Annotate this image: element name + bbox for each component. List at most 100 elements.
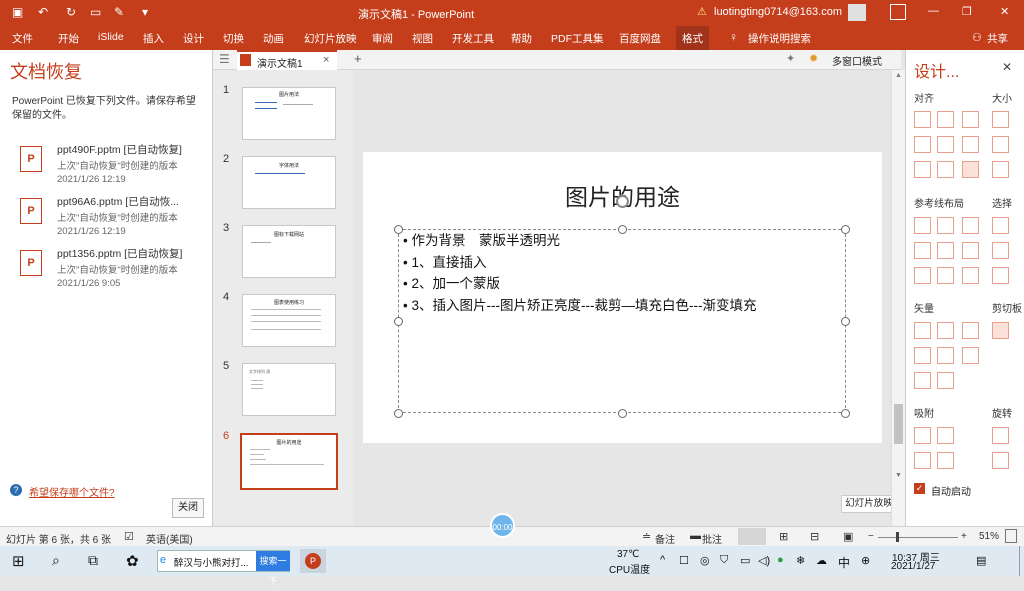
resize-handle[interactable] <box>618 409 627 418</box>
union-icon[interactable] <box>914 322 931 339</box>
fragment-icon[interactable] <box>962 322 979 339</box>
bullet-item[interactable]: • 2、加一个蒙版 <box>403 273 845 295</box>
document-tab[interactable]: 演示文稿1 × <box>237 50 337 70</box>
search-go-button[interactable]: 搜索一下 <box>256 551 290 586</box>
tell-me-search[interactable]: 操作说明搜索 <box>748 31 811 46</box>
guide-height-icon[interactable] <box>937 267 954 284</box>
tab-list-icon[interactable]: ☰ <box>219 52 230 66</box>
tab-insert[interactable]: 插入 <box>143 31 164 46</box>
close-pane-icon[interactable]: ✕ <box>1002 60 1012 74</box>
distribute-vertical-icon[interactable] <box>937 161 954 178</box>
slide-thumbnail[interactable]: 文字排列 演 <box>242 363 336 416</box>
flip-icon[interactable] <box>992 452 1009 469</box>
tab-review[interactable]: 审阅 <box>372 31 393 46</box>
tab-slideshow[interactable]: 幻灯片放映 <box>304 31 357 46</box>
tab-transitions[interactable]: 切换 <box>223 31 244 46</box>
grid-align-icon[interactable] <box>962 161 979 178</box>
vertical-scrollbar[interactable]: ▲ ▼ <box>891 70 905 526</box>
slide-thumbnail[interactable]: 图标下载网站 <box>242 225 336 278</box>
slide-thumbnail[interactable]: 图表使用练习 <box>242 294 336 347</box>
customize-qat-icon[interactable]: ▾ <box>142 5 148 19</box>
content-placeholder[interactable]: • 作为背景 蒙版半透明光 • 1、直接插入 • 2、加一个蒙版 • 3、插入图… <box>398 229 846 413</box>
shield-icon[interactable]: ⛉ <box>720 554 728 567</box>
subtract-icon[interactable] <box>937 347 954 364</box>
clock-date[interactable]: 2021/1/27 <box>891 561 936 572</box>
slideshow-view-icon[interactable]: ▣ <box>843 530 853 543</box>
resize-handle[interactable] <box>394 225 403 234</box>
minimize-button[interactable]: — <box>928 5 939 17</box>
bullet-item[interactable]: • 3、插入图片---图片矫正亮度---裁剪—填充白色---渐变填充 <box>403 295 845 317</box>
scroll-up-icon[interactable]: ▲ <box>895 72 902 79</box>
rotate-icon[interactable] <box>992 427 1009 444</box>
snap-right-icon[interactable] <box>937 427 954 444</box>
rotate-handle[interactable] <box>616 195 629 208</box>
slide-thumbnail[interactable]: 图片用法 <box>242 87 336 140</box>
snowflake-icon[interactable]: ❄ <box>796 554 805 567</box>
width-icon[interactable] <box>992 111 1009 128</box>
resize-handle[interactable] <box>394 317 403 326</box>
close-recovery-button[interactable]: 关闭 <box>172 498 204 518</box>
align-bottom-icon[interactable] <box>962 136 979 153</box>
bullet-item[interactable]: • 1、直接插入 <box>403 252 845 274</box>
normal-view-button[interactable] <box>738 528 766 545</box>
guide-right-icon[interactable] <box>962 217 979 234</box>
taskbar-search-box[interactable]: e 醉汉与小熊对打... 搜索一下 <box>157 550 290 586</box>
search-icon[interactable]: ⌕ <box>52 552 60 569</box>
spell-check-icon[interactable]: ☑ <box>124 530 134 543</box>
align-middle-icon[interactable] <box>937 136 954 153</box>
select-group-icon[interactable] <box>992 267 1009 284</box>
undo-icon[interactable]: ↶ <box>38 5 48 19</box>
align-top-icon[interactable] <box>914 136 931 153</box>
same-size-icon[interactable] <box>992 161 1009 178</box>
select-type-icon[interactable] <box>992 242 1009 259</box>
comments-button[interactable]: 批注 <box>702 531 722 546</box>
close-button[interactable]: ✕ <box>1000 5 1009 18</box>
guide-width-icon[interactable] <box>914 267 931 284</box>
input-method-icon[interactable]: ⊕ <box>861 554 870 567</box>
resize-handle[interactable] <box>841 225 850 234</box>
tab-animations[interactable]: 动画 <box>263 31 284 46</box>
combine-icon[interactable] <box>937 322 954 339</box>
align-left-icon[interactable] <box>914 111 931 128</box>
settings-icon[interactable]: ✹ <box>809 52 818 65</box>
windows-start-icon[interactable]: ⊞ <box>12 552 25 570</box>
guide-bottom-icon[interactable] <box>962 242 979 259</box>
volume-icon[interactable]: ◁) <box>758 554 770 567</box>
cloud-icon[interactable]: ☁ <box>816 554 827 567</box>
tab-help[interactable]: 帮助 <box>511 31 532 46</box>
zoom-slider-thumb[interactable] <box>896 532 899 542</box>
resize-handle[interactable] <box>394 409 403 418</box>
user-account[interactable]: luotingting0714@163.com <box>714 6 842 18</box>
app-tray-icon[interactable]: ◎ <box>700 554 710 567</box>
resize-handle[interactable] <box>618 225 627 234</box>
text-vector-icon[interactable] <box>914 372 931 389</box>
guide-fill-icon[interactable] <box>962 267 979 284</box>
tab-baidu-netdisk[interactable]: 百度网盘 <box>619 31 661 46</box>
recovered-file-item[interactable]: P ppt490F.pptm [已自动恢复] 上次"自动恢复"时创建的版本 20… <box>20 142 210 190</box>
slide-thumbnail-selected[interactable]: 图片的用途 <box>240 433 338 490</box>
guide-middle-icon[interactable] <box>937 242 954 259</box>
show-desktop-button[interactable] <box>1019 546 1024 576</box>
restore-button[interactable]: ❐ <box>962 5 972 18</box>
tab-pdf-tools[interactable]: PDF工具集 <box>551 31 604 46</box>
split-icon[interactable] <box>962 347 979 364</box>
edit-points-icon[interactable] <box>937 372 954 389</box>
auto-start-checkbox[interactable]: ✓ <box>914 483 925 494</box>
slide-thumbnail[interactable]: 字体用法 <box>242 156 336 209</box>
tray-chevron-icon[interactable]: ^ <box>660 554 665 566</box>
help-link[interactable]: 希望保存哪个文件? <box>29 484 115 499</box>
scroll-down-icon[interactable]: ▼ <box>895 472 902 479</box>
multi-window-mode-button[interactable]: 多窗口模式 <box>832 53 882 68</box>
tab-design[interactable]: 设计 <box>183 31 204 46</box>
save-icon[interactable]: ▣ <box>12 5 23 19</box>
tab-developer[interactable]: 开发工具 <box>452 31 494 46</box>
guide-top-icon[interactable] <box>914 242 931 259</box>
zoom-slider[interactable] <box>878 537 958 538</box>
notes-button[interactable]: 备注 <box>655 531 675 546</box>
powerpoint-taskbar-button[interactable]: P <box>300 549 326 573</box>
align-center-icon[interactable] <box>937 111 954 128</box>
zoom-out-button[interactable]: − <box>868 531 874 542</box>
pinned-app-icon[interactable]: ✿ <box>126 552 139 570</box>
fit-to-window-icon[interactable] <box>1005 529 1017 543</box>
avatar[interactable] <box>848 4 866 21</box>
